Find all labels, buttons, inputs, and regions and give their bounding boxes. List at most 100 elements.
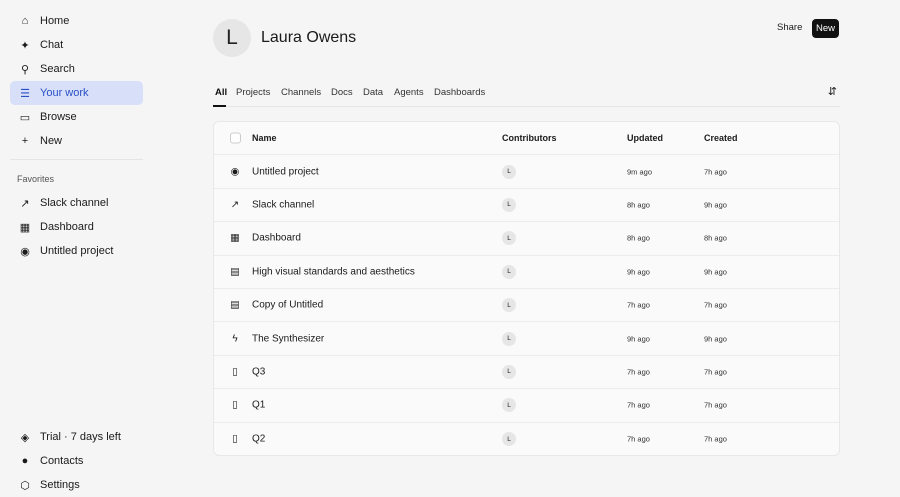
sidebar-item-label: Chat xyxy=(40,39,64,51)
compass-icon: ◉ xyxy=(20,245,30,258)
sidebar-item-home[interactable]: ⌂ Home xyxy=(10,9,143,33)
channel-icon: ↗ xyxy=(230,199,240,211)
tab-data[interactable]: Data xyxy=(363,87,383,98)
sidebar-item-contacts[interactable]: ● Contacts xyxy=(10,449,143,473)
file-icon: ▯ xyxy=(232,433,238,445)
sidebar-item-browse[interactable]: ▭ Browse xyxy=(10,105,143,129)
row-updated: 8h ago xyxy=(627,200,650,210)
row-created: 9h ago xyxy=(704,334,727,344)
contributor-avatar: L xyxy=(502,264,516,279)
sidebar-item-label: Trial · 7 days left xyxy=(40,431,121,443)
select-all-checkbox[interactable] xyxy=(230,132,241,144)
column-updated[interactable]: Updated xyxy=(627,133,663,143)
divider xyxy=(10,159,143,160)
sidebar-item-trial-7-days-left[interactable]: ◈ Trial · 7 days left xyxy=(10,425,143,449)
row-updated: 9h ago xyxy=(627,334,650,344)
row-name[interactable]: High visual standards and aesthetics xyxy=(252,266,415,277)
row-name[interactable]: The Synthesizer xyxy=(252,333,324,344)
table-row[interactable]: ▯ Q1 L 7h ago 7h ago xyxy=(214,389,839,423)
dashboard-icon: ▦ xyxy=(230,232,240,244)
sidebar: Favorites ⌂ Home ✦ Chat ⚲ Search ☰ Your work ▭ Br… xyxy=(0,0,152,492)
bolt-icon: ϟ xyxy=(232,333,238,345)
avatar: L xyxy=(213,19,251,57)
row-name[interactable]: Copy of Untitled xyxy=(252,300,323,311)
sidebar-item-untitled-project[interactable]: ◉ Untitled project xyxy=(10,239,143,263)
row-created: 7h ago xyxy=(704,400,727,410)
table-row[interactable]: ↗ Slack channel L 8h ago 9h ago xyxy=(214,189,839,223)
table-row[interactable]: ▦ Dashboard L 8h ago 8h ago xyxy=(214,222,839,256)
contributor-avatar: L xyxy=(502,231,516,246)
diamond-icon: ◈ xyxy=(20,431,30,444)
favorites-label: Favorites xyxy=(17,174,55,184)
sort-icon[interactable]: ⇵ xyxy=(828,85,837,98)
row-updated: 7h ago xyxy=(627,300,650,310)
sidebar-item-settings[interactable]: ⬡ Settings xyxy=(10,473,143,497)
tab-all[interactable]: All xyxy=(215,87,227,98)
contributor-avatar: L xyxy=(502,398,516,413)
sidebar-item-label: Browse xyxy=(40,111,77,123)
tab-bar: ⇵ All Projects Channels Docs Data Agents Dashb… xyxy=(213,84,840,107)
sidebar-item-label: Untitled project xyxy=(40,245,114,257)
plus-icon: + xyxy=(21,135,29,147)
table-row[interactable]: ▯ Q2 L 7h ago 7h ago xyxy=(214,423,839,455)
row-created: 9h ago xyxy=(704,267,727,277)
settings-icon: ⬡ xyxy=(20,479,30,492)
row-name[interactable]: Untitled project xyxy=(252,166,319,177)
compass-icon: ◉ xyxy=(230,166,240,178)
sidebar-item-label: Home xyxy=(40,15,70,27)
row-name[interactable]: Q2 xyxy=(252,434,265,445)
row-created: 7h ago xyxy=(704,367,727,377)
row-created: 8h ago xyxy=(704,233,727,243)
row-created: 7h ago xyxy=(704,167,727,177)
contact-icon: ● xyxy=(21,455,29,467)
sidebar-item-label: Settings xyxy=(40,479,80,491)
tab-agents[interactable]: Agents xyxy=(394,87,424,98)
work-table: Name Contributors Updated Created ◉ Unti… xyxy=(213,121,840,456)
column-name[interactable]: Name xyxy=(252,133,277,143)
new-button[interactable]: New xyxy=(812,19,839,38)
row-name[interactable]: Slack channel xyxy=(252,199,314,210)
row-updated: 7h ago xyxy=(627,400,650,410)
sidebar-item-label: New xyxy=(40,135,63,147)
row-updated: 9m ago xyxy=(627,167,653,177)
row-name[interactable]: Q1 xyxy=(252,400,265,411)
sidebar-item-chat[interactable]: ✦ Chat xyxy=(10,33,143,57)
table-header: Name Contributors Updated Created xyxy=(214,122,839,156)
tab-channels[interactable]: Channels xyxy=(281,87,321,98)
table-row[interactable]: ◉ Untitled project L 9m ago 7h ago xyxy=(214,155,839,189)
search-icon: ⚲ xyxy=(20,63,30,76)
row-updated: 8h ago xyxy=(627,233,650,243)
home-icon: ⌂ xyxy=(21,15,29,27)
table-row[interactable]: ▤ High visual standards and aesthetics L… xyxy=(214,256,839,289)
row-name[interactable]: Q3 xyxy=(252,366,265,377)
sidebar-item-your-work[interactable]: ☰ Your work xyxy=(10,81,143,105)
sidebar-item-new[interactable]: + New xyxy=(10,129,143,153)
row-updated: 7h ago xyxy=(627,434,650,444)
contributor-avatar: L xyxy=(502,364,516,379)
channel-icon: ↗ xyxy=(20,197,30,210)
column-created[interactable]: Created xyxy=(704,133,738,143)
sidebar-item-label: Search xyxy=(40,63,75,75)
sidebar-item-slack-channel[interactable]: ↗ Slack channel xyxy=(10,191,143,215)
dashboard-icon: ▦ xyxy=(19,221,31,234)
table-row[interactable]: ▯ Q3 L 7h ago 7h ago xyxy=(214,356,839,390)
sidebar-item-label: Dashboard xyxy=(40,221,94,233)
row-name[interactable]: Dashboard xyxy=(252,233,301,244)
sidebar-item-label: Slack channel xyxy=(40,197,109,209)
file-icon: ▯ xyxy=(232,366,238,378)
table-row[interactable]: ϟ The Synthesizer L 9h ago 9h ago xyxy=(214,322,839,356)
sidebar-item-search[interactable]: ⚲ Search xyxy=(10,57,143,81)
row-created: 9h ago xyxy=(704,200,727,210)
share-button[interactable]: Share xyxy=(777,22,802,33)
tab-docs[interactable]: Docs xyxy=(331,87,353,98)
sidebar-item-dashboard[interactable]: ▦ Dashboard xyxy=(10,215,143,239)
table-row[interactable]: ▤ Copy of Untitled L 7h ago 7h ago xyxy=(214,289,839,323)
folder-icon: ▭ xyxy=(19,111,31,124)
sidebar-item-label: Contacts xyxy=(40,455,84,467)
tab-projects[interactable]: Projects xyxy=(236,87,270,98)
doc-icon: ▤ xyxy=(230,299,240,311)
sidebar-item-label: Your work xyxy=(40,87,89,99)
sparkle-icon: ✦ xyxy=(20,39,30,52)
column-contributors[interactable]: Contributors xyxy=(502,133,557,143)
tab-dashboards[interactable]: Dashboards xyxy=(434,87,485,98)
